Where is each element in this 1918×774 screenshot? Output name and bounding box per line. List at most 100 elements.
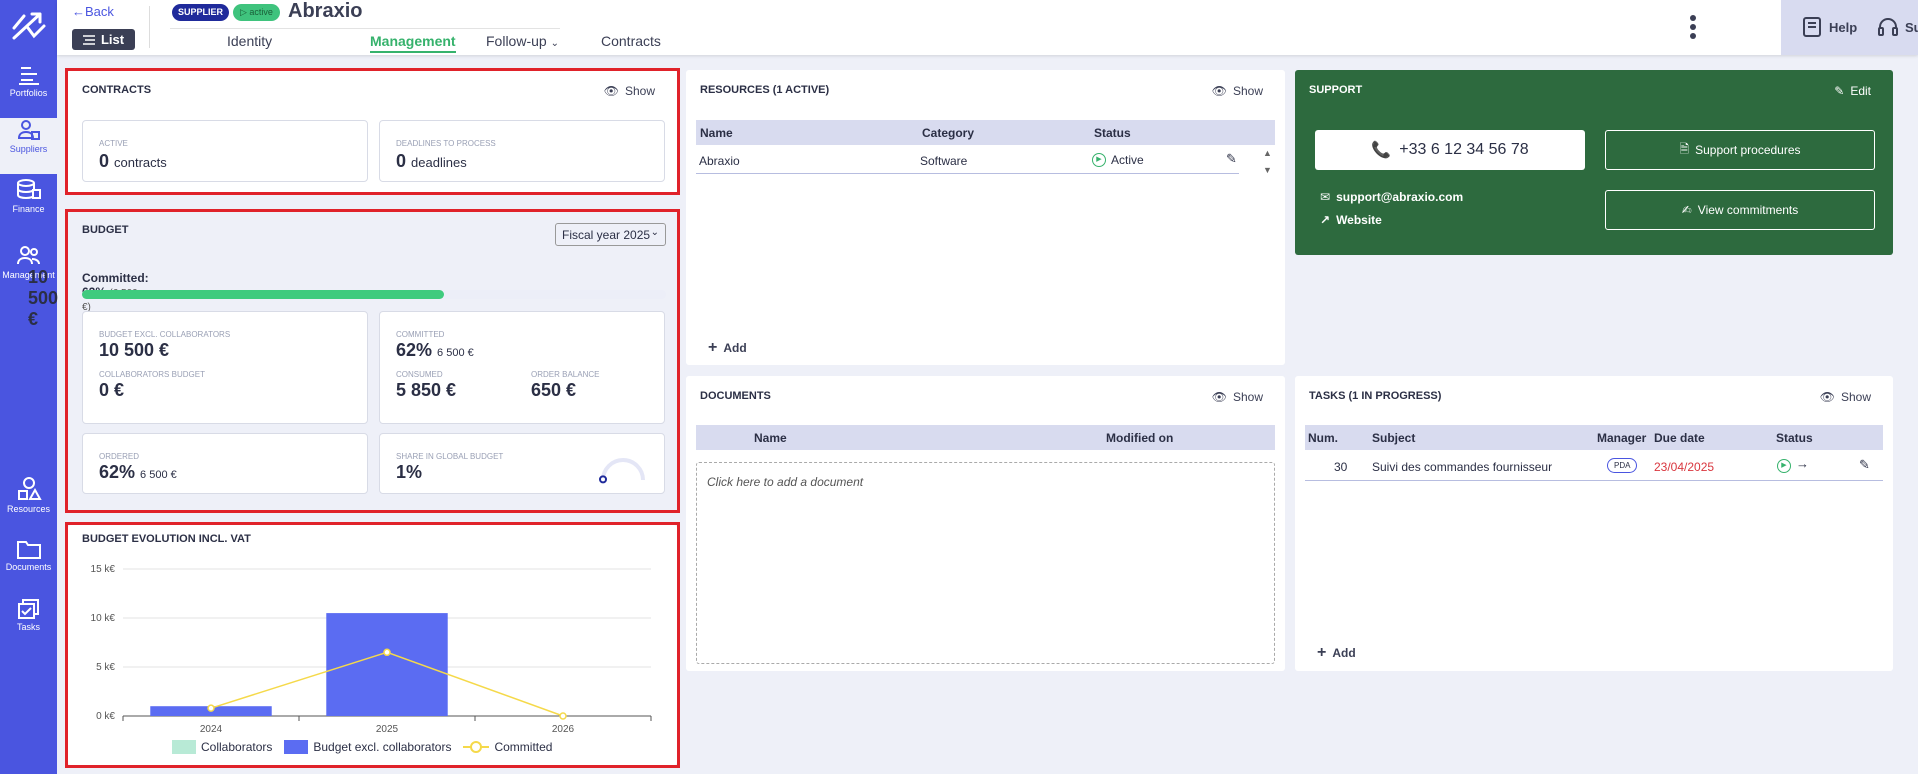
rail-item-documents[interactable]: Documents — [0, 538, 57, 594]
view-commitments-button[interactable]: ✍ View commitments — [1605, 190, 1875, 230]
website-link[interactable]: ↗ Website — [1320, 213, 1382, 227]
rail-item-suppliers[interactable]: Suppliers — [0, 118, 57, 174]
y-tick-label: 5 k€ — [96, 662, 115, 673]
page-title: Abraxio — [288, 0, 363, 22]
column-header-modified[interactable]: Modified on — [1106, 431, 1173, 445]
show-label: Show — [1232, 390, 1263, 404]
documents-show-button[interactable]: 👁 Show — [1212, 390, 1263, 404]
phone-button[interactable]: 📞 +33 6 12 34 56 78 — [1315, 130, 1585, 170]
support-card: SUPPORT ✎ Edit 📞 +33 6 12 34 56 78 🗎 Suppor… — [1295, 70, 1893, 255]
tab-management[interactable]: Management — [370, 33, 456, 53]
list-button[interactable]: List — [72, 29, 135, 50]
document-drop-zone[interactable]: Click here to add a document — [696, 462, 1275, 664]
column-header-num[interactable]: Num. — [1308, 431, 1338, 445]
excl-collab-value: 10 500 € — [99, 340, 170, 360]
legend-swatch — [172, 740, 196, 754]
edit-pencil-icon[interactable]: ✎ — [1226, 151, 1237, 167]
resources-add-button[interactable]: + Add — [708, 339, 747, 357]
rail-item-resources[interactable]: Resources — [0, 476, 57, 532]
column-header-subject[interactable]: Subject — [1372, 431, 1415, 445]
support-procedures-button[interactable]: 🗎 Support procedures — [1605, 130, 1875, 170]
tab-contracts[interactable]: Contracts — [601, 33, 661, 49]
collab-budget-value: 0 € — [99, 380, 125, 400]
rail-item-tasks[interactable]: Tasks — [0, 598, 57, 654]
legend-collaborators[interactable]: Collaborators — [172, 740, 272, 754]
support-label: Support — [1905, 19, 1918, 35]
tab-follow-up[interactable]: Follow-up ⌄ — [486, 33, 559, 49]
active-contracts-box: ACTIVE 0 contracts — [82, 120, 368, 182]
rail-item-portfolios[interactable]: Portfolios — [0, 64, 57, 120]
status-badge-label: active — [249, 7, 273, 17]
ordered-box: ORDERED 62% 6 500 € — [82, 433, 368, 494]
plus-icon: + — [708, 339, 718, 356]
support-button[interactable]: Support — [1877, 16, 1918, 38]
app-logo-icon[interactable] — [10, 8, 48, 42]
rail-item-finance[interactable]: Finance — [0, 178, 57, 234]
table-row[interactable]: Abraxio Software ▶ Active ✎ — [696, 146, 1239, 174]
back-link[interactable]: ←Back — [72, 4, 114, 19]
legend-label: Budget excl. collaborators — [313, 740, 452, 754]
tasks-icon — [17, 599, 39, 619]
excl-collab-label: BUDGET EXCL. COLLABORATORS — [99, 330, 231, 339]
budget-total: 10 500 € — [27, 267, 59, 329]
documents-table-header: Name Modified on — [696, 425, 1275, 450]
help-button[interactable]: Help — [1801, 16, 1857, 38]
more-options-icon[interactable] — [1689, 14, 1697, 40]
legend-committed[interactable]: Committed — [463, 740, 552, 754]
headset-icon — [1878, 18, 1898, 36]
budget-evolution-chart: 0 k€ 5 k€ 10 k€ 15 k€ 2024 2025 2026 — [91, 564, 652, 735]
resource-status-label: Active — [1111, 153, 1144, 167]
finance-icon — [16, 179, 41, 200]
website-label: Website — [1336, 213, 1382, 227]
add-label: Add — [1332, 646, 1356, 660]
table-row[interactable]: 30 Suivi des commandes fournisseur PDA 2… — [1305, 451, 1883, 481]
budget-breakdown-box: BUDGET EXCL. COLLABORATORS 10 500 € COLL… — [82, 311, 368, 424]
tasks-add-button[interactable]: + Add — [1317, 644, 1356, 662]
scroll-up-icon[interactable]: ▲ — [1263, 148, 1272, 158]
legend-label: Collaborators — [201, 740, 273, 754]
supplier-badge: SUPPLIER — [172, 4, 230, 21]
tasks-show-button[interactable]: 👁 Show — [1820, 390, 1871, 404]
scroll-down-icon[interactable]: ▼ — [1263, 165, 1272, 175]
rail-label: Finance — [12, 204, 45, 214]
portfolios-icon — [18, 67, 39, 85]
edit-pencil-icon[interactable]: ✎ — [1859, 457, 1870, 473]
fiscal-year-value: Fiscal year 2025 — [562, 228, 651, 242]
documents-title: DOCUMENTS — [700, 390, 771, 402]
chevron-down-icon: ⌄ — [550, 38, 559, 49]
column-header-due[interactable]: Due date — [1654, 431, 1705, 445]
support-email-link[interactable]: ✉ support@abraxio.com — [1320, 190, 1463, 204]
task-num: 30 — [1334, 460, 1348, 474]
ordered-value: 62% 6 500 € — [99, 462, 177, 483]
show-label: Show — [1232, 84, 1263, 98]
column-header-name[interactable]: Name — [754, 431, 787, 445]
suppliers-icon — [17, 120, 40, 140]
global-share-value: 1% — [396, 462, 423, 482]
column-header-name[interactable]: Name — [700, 126, 733, 140]
column-header-status[interactable]: Status — [1094, 126, 1131, 140]
consumed-label: CONSUMED — [396, 370, 443, 379]
budget-evolution-title: BUDGET EVOLUTION INCL. VAT — [82, 533, 251, 545]
pencil-icon: ✎ — [1834, 84, 1845, 98]
tab-identity[interactable]: Identity — [227, 33, 272, 49]
legend-line-swatch — [463, 741, 490, 753]
resource-category: Software — [920, 154, 968, 168]
data-point — [559, 712, 567, 720]
budget-evolution-card: BUDGET EVOLUTION INCL. VAT 0 k€ 5 k€ 10 k€… — [68, 525, 677, 765]
arrow-right-icon[interactable]: → — [1796, 456, 1809, 471]
contracts-title: CONTRACTS — [82, 84, 152, 96]
column-header-category[interactable]: Category — [922, 126, 974, 140]
committed-box-value: 62% 6 500 € — [396, 340, 474, 361]
resources-show-button[interactable]: 👁 Show — [1212, 84, 1263, 98]
play-circle-icon: ▶ — [1777, 459, 1791, 473]
documents-card: DOCUMENTS 👁 Show Name Modified on Click h… — [686, 376, 1285, 671]
help-zone: Help Support — [1781, 0, 1918, 55]
column-header-status[interactable]: Status — [1776, 431, 1813, 445]
legend-budget-excl[interactable]: Budget excl. collaborators — [284, 740, 451, 754]
column-header-manager[interactable]: Manager — [1597, 431, 1646, 445]
support-edit-button[interactable]: ✎ Edit — [1834, 84, 1871, 98]
drop-zone-hint: Click here to add a document — [707, 475, 864, 489]
play-icon: ▷ — [240, 7, 250, 17]
contracts-show-button[interactable]: 👁 Show — [604, 84, 655, 98]
fiscal-year-select[interactable]: Fiscal year 2025 ⌄ — [555, 223, 666, 246]
